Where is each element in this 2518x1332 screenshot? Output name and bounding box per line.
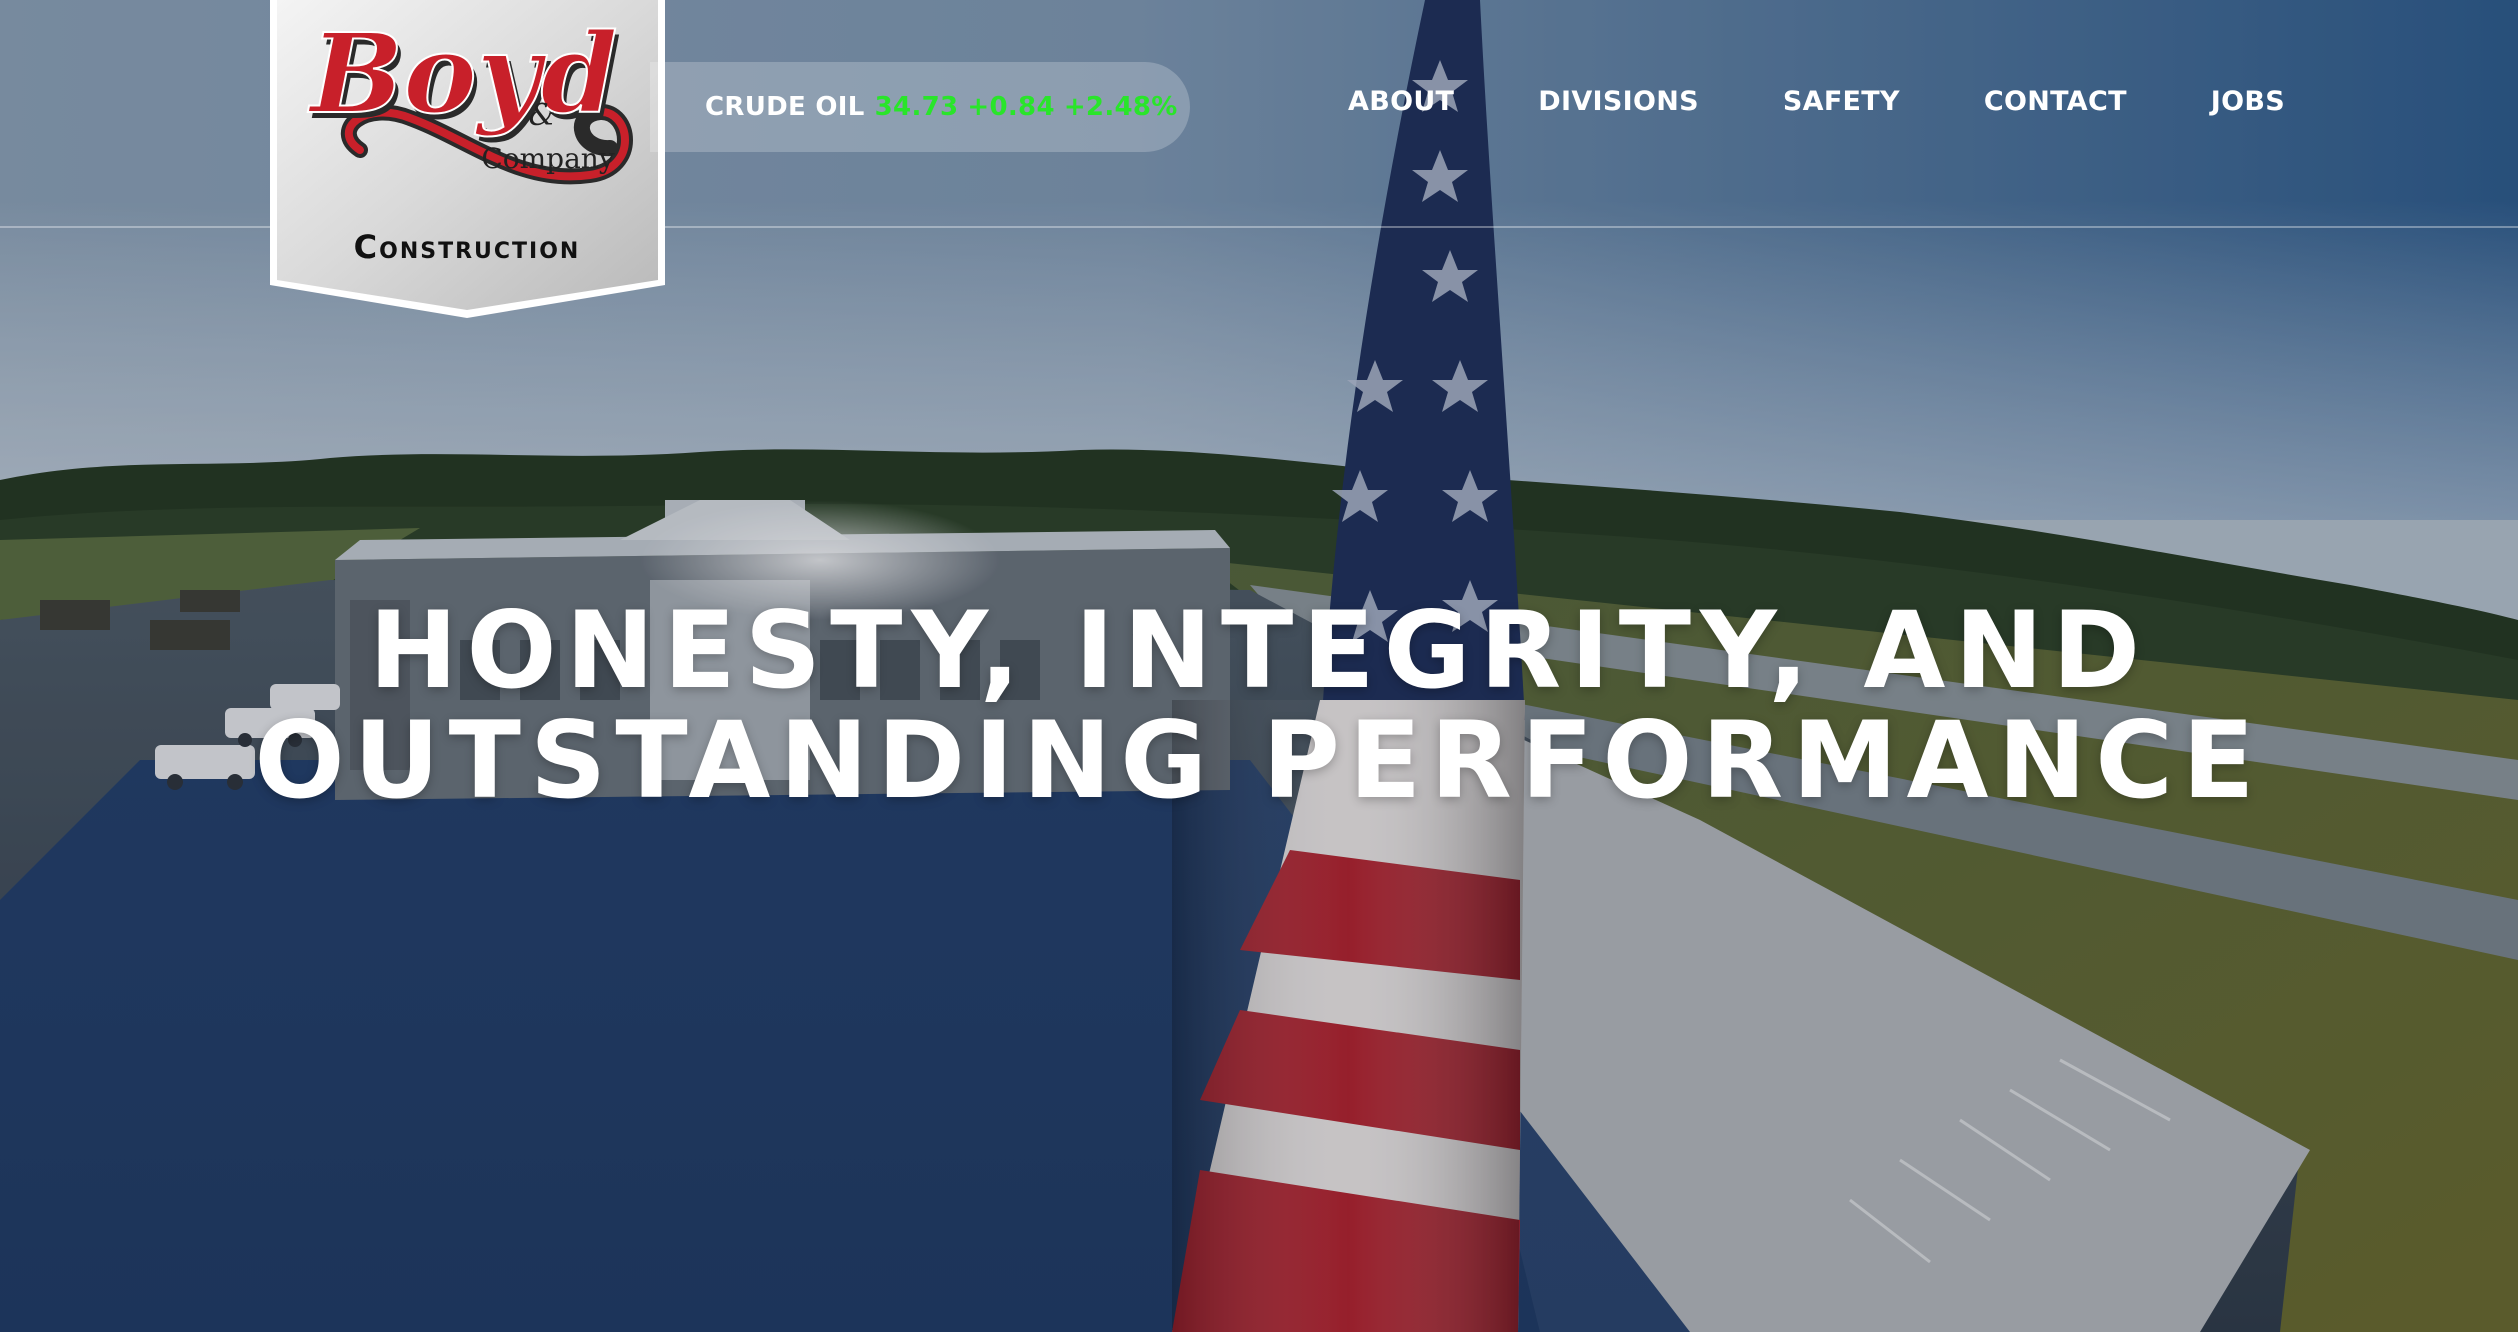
ticker-change: +0.84 bbox=[967, 92, 1055, 122]
nav-safety[interactable]: SAFETY bbox=[1783, 86, 1900, 117]
nav-contact[interactable]: CONTACT bbox=[1984, 86, 2127, 117]
ticker-price: 34.73 bbox=[874, 92, 959, 122]
hero-section: Boyd Boyd & Company Construction CRUDE O… bbox=[0, 0, 2518, 1332]
company-logo[interactable]: Boyd Boyd & Company Construction bbox=[270, 0, 665, 320]
hero-headline-line1: HONESTY, INTEGRITY, AND bbox=[368, 589, 2150, 712]
crude-oil-ticker: CRUDE OIL 34.73 +0.84 +2.48% bbox=[650, 62, 1190, 152]
hero-headline: HONESTY, INTEGRITY, AND OUTSTANDING PERF… bbox=[0, 596, 2518, 816]
logo-company-text: Company bbox=[481, 142, 614, 175]
nav-about[interactable]: ABOUT bbox=[1348, 86, 1454, 117]
logo-ampersand: & bbox=[529, 98, 556, 133]
logo-construction-text: Construction bbox=[354, 228, 581, 266]
main-nav: ABOUT DIVISIONS SAFETY CONTACT JOBS bbox=[1348, 86, 2285, 117]
svg-text:Boyd: Boyd bbox=[307, 9, 617, 138]
nav-jobs[interactable]: JOBS bbox=[2211, 86, 2285, 117]
ticker-label: CRUDE OIL bbox=[705, 92, 865, 122]
nav-divisions[interactable]: DIVISIONS bbox=[1538, 86, 1699, 117]
ticker-percent: +2.48% bbox=[1063, 92, 1178, 122]
hero-headline-line2: OUTSTANDING PERFORMANCE bbox=[254, 699, 2264, 822]
